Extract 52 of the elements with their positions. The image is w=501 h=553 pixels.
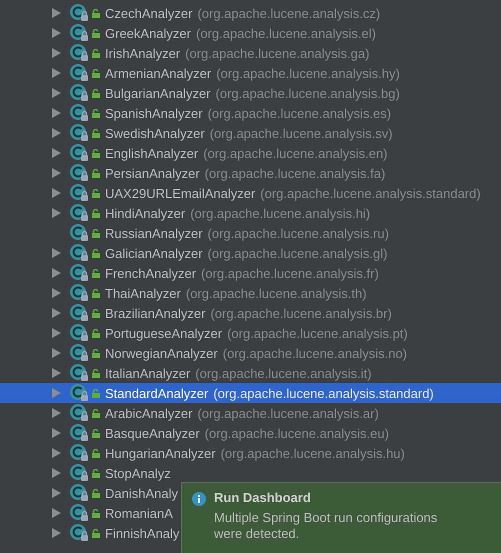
class-name: SpanishAnalyzer [105,106,203,120]
class-name: UAX29URLEmailAnalyzer [105,186,256,200]
class-name: GalicianAnalyzer [105,246,203,260]
class-name: CzechAnalyzer [105,6,192,20]
class-name: BrazilianAnalyzer [105,306,206,320]
class-name: ArabicAnalyzer [105,406,192,420]
package-name: (org.apache.lucene.analysis.eu) [204,426,389,440]
package-name: (org.apache.lucene.analysis.br) [210,306,392,320]
class-name: PersianAnalyzer [105,166,200,180]
class-name: BasqueAnalyzer [105,426,200,440]
package-name: (org.apache.lucene.analysis.th) [186,286,367,300]
package-name: (org.apache.lucene.analysis.no) [222,346,408,360]
package-name: (org.apache.lucene.analysis.sv) [210,126,393,140]
package-name: (org.apache.lucene.analysis.en) [203,146,388,160]
package-name: (org.apache.lucene.analysis.standard) [260,186,481,200]
package-name: (org.apache.lucene.analysis.hi) [190,206,370,220]
notification-message: Multiple Spring Boot run configurations were detected. [214,510,438,542]
class-name: NorwegianAnalyzer [105,346,218,360]
package-name: (org.apache.lucene.analysis.cz) [197,6,380,20]
package-name: (org.apache.lucene.analysis.ga) [185,46,370,60]
package-name: (org.apache.lucene.analysis.pt) [227,326,408,340]
class-name: ArmenianAnalyzer [105,66,212,80]
package-name: (org.apache.lucene.analysis.hy) [216,66,400,80]
class-name: PortugueseAnalyzer [105,326,222,340]
class-name: SwedishAnalyzer [105,126,205,140]
package-name: (org.apache.lucene.analysis.gl) [208,246,388,260]
class-name: HungarianAnalyzer [105,446,216,460]
package-name: (org.apache.lucene.analysis.fa) [204,166,386,180]
class-name: FrenchAnalyzer [105,266,196,280]
package-name: (org.apache.lucene.analysis.it) [195,366,372,380]
class-name: ItalianAnalyzer [105,366,190,380]
class-name: FinnishAnaly [105,526,180,540]
class-name: StandardAnalyzer [105,386,208,400]
package-name: (org.apache.lucene.analysis.ru) [208,226,389,240]
package-name: (org.apache.lucene.analysis.hu) [220,446,405,460]
class-name: BulgarianAnalyzer [105,86,211,100]
class-name: DanishAnaly [105,486,178,500]
notification-title: Run Dashboard [214,490,312,505]
class-name: EnglishAnalyzer [105,146,198,160]
package-name: (org.apache.lucene.analysis.standard) [213,386,434,400]
package-name: (org.apache.lucene.analysis.el) [196,26,376,40]
class-name: ThaiAnalyzer [105,286,181,300]
package-name: (org.apache.lucene.analysis.fr) [201,266,379,280]
class-name: IrishAnalyzer [105,46,180,60]
package-name: (org.apache.lucene.analysis.es) [208,106,392,120]
class-name: RomanianA [105,506,173,520]
class-name: GreekAnalyzer [105,26,191,40]
class-name: RussianAnalyzer [105,226,203,240]
class-name: HindiAnalyzer [105,206,186,220]
class-name: StopAnalyz [105,466,171,480]
package-name: (org.apache.lucene.analysis.bg) [216,86,400,100]
package-name: (org.apache.lucene.analysis.ar) [197,406,379,420]
